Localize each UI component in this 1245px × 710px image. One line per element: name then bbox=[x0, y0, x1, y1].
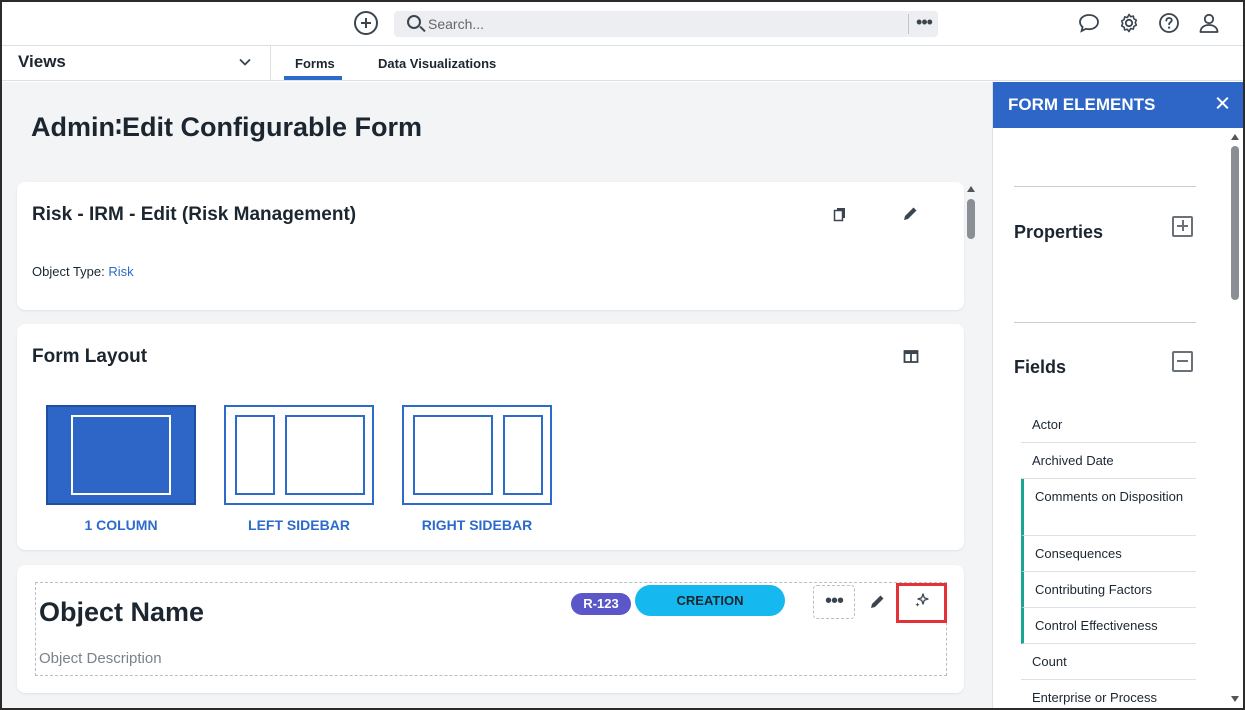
layout-option-label: 1 COLUMN bbox=[84, 517, 158, 533]
views-bar: Views Forms Data Visualizations bbox=[2, 46, 1243, 81]
close-icon[interactable] bbox=[1213, 93, 1233, 113]
help-icon[interactable] bbox=[1157, 11, 1181, 35]
search-divider bbox=[908, 14, 909, 34]
object-type-link[interactable]: Risk bbox=[108, 264, 133, 279]
field-item[interactable]: Consequences bbox=[1021, 536, 1196, 572]
sparkle-icon bbox=[913, 592, 931, 615]
search-more-button[interactable]: ••• bbox=[912, 12, 936, 34]
field-item[interactable]: Comments on Disposition bbox=[1021, 479, 1196, 536]
layout-sidebar bbox=[503, 415, 543, 495]
more-options-button[interactable]: ••• bbox=[813, 585, 855, 619]
copy-icon[interactable] bbox=[832, 206, 848, 227]
properties-heading: Properties bbox=[1014, 222, 1104, 242]
layout-option-left-sidebar[interactable]: LEFT SIDEBAR bbox=[224, 405, 374, 533]
field-item[interactable]: Actor bbox=[1021, 413, 1196, 443]
scroll-up-arrow[interactable] bbox=[1231, 134, 1239, 140]
form-elements-panel: FORM ELEMENTS Properties Fields Actor Ar… bbox=[992, 82, 1243, 708]
status-badge: CREATION bbox=[635, 585, 785, 616]
field-item[interactable]: Control Effectiveness bbox=[1021, 608, 1196, 644]
layout-preview bbox=[46, 405, 196, 505]
scroll-down-arrow[interactable] bbox=[1231, 696, 1239, 702]
layout-preview bbox=[224, 405, 374, 505]
top-bar: ••• bbox=[2, 2, 1243, 46]
active-tab-indicator bbox=[284, 76, 342, 80]
user-icon[interactable] bbox=[1197, 11, 1221, 35]
edit-pencil-icon[interactable] bbox=[869, 593, 886, 615]
layout-option-right-sidebar[interactable]: RIGHT SIDEBAR bbox=[402, 405, 552, 533]
object-name: Object Name bbox=[39, 597, 205, 627]
field-item[interactable]: Enterprise or Process bbox=[1021, 680, 1196, 708]
page-title: Admin∶Edit Configurable Form bbox=[31, 112, 423, 142]
divider bbox=[1014, 322, 1196, 323]
app-window: ••• Views Forms Data Visualizations bbox=[0, 0, 1245, 710]
object-type: Object Type: Risk bbox=[32, 264, 134, 279]
panel-title: FORM ELEMENTS bbox=[1008, 95, 1156, 114]
layout-option-1-column[interactable]: 1 COLUMN bbox=[46, 405, 196, 533]
tab-data-visualizations[interactable]: Data Visualizations bbox=[378, 56, 496, 71]
scrollbar-thumb[interactable] bbox=[1231, 146, 1239, 300]
edit-pencil-icon[interactable] bbox=[902, 205, 919, 227]
divider bbox=[270, 46, 271, 81]
layout-column bbox=[285, 415, 365, 495]
add-circle-icon[interactable] bbox=[354, 11, 378, 35]
sparkle-button[interactable] bbox=[896, 583, 947, 623]
scrollbar-thumb[interactable] bbox=[967, 199, 975, 239]
tab-forms[interactable]: Forms bbox=[295, 56, 335, 71]
form-layout-card: Form Layout 1 COLUMN LEFT SIDEBAR RIGHT … bbox=[17, 324, 964, 550]
layout-preview bbox=[402, 405, 552, 505]
form-name: Risk - IRM - Edit (Risk Management) bbox=[32, 204, 357, 225]
panel-header: FORM ELEMENTS bbox=[993, 82, 1243, 128]
search-bar[interactable]: ••• bbox=[394, 11, 938, 37]
expand-plus-icon[interactable] bbox=[1172, 216, 1193, 237]
collapse-minus-icon[interactable] bbox=[1172, 351, 1193, 372]
layout-columns-icon[interactable] bbox=[903, 349, 919, 370]
main-content: Admin∶Edit Configurable Form Risk - IRM … bbox=[2, 82, 992, 708]
layout-sidebar bbox=[235, 415, 275, 495]
layout-column bbox=[71, 415, 171, 495]
layout-option-label: LEFT SIDEBAR bbox=[248, 517, 350, 533]
form-info-card: Risk - IRM - Edit (Risk Management) Obje… bbox=[17, 182, 964, 310]
object-description: Object Description bbox=[39, 650, 162, 667]
layout-column bbox=[413, 415, 493, 495]
chevron-down-icon[interactable] bbox=[237, 54, 253, 75]
form-layout-title: Form Layout bbox=[32, 346, 148, 367]
object-header-card: Object Name Object Description R-123 CRE… bbox=[17, 565, 964, 693]
top-icon-group bbox=[1077, 11, 1221, 35]
field-item[interactable]: Archived Date bbox=[1021, 449, 1196, 479]
views-dropdown-label[interactable]: Views bbox=[18, 52, 66, 72]
chat-icon[interactable] bbox=[1077, 11, 1101, 35]
scroll-up-arrow[interactable] bbox=[967, 186, 975, 192]
divider bbox=[1014, 186, 1196, 187]
search-input[interactable] bbox=[428, 14, 888, 34]
gear-icon[interactable] bbox=[1117, 11, 1141, 35]
field-item[interactable]: Contributing Factors bbox=[1021, 572, 1196, 608]
fields-heading: Fields bbox=[1014, 357, 1067, 377]
field-item[interactable]: Count bbox=[1021, 644, 1196, 680]
layout-option-label: RIGHT SIDEBAR bbox=[421, 517, 533, 533]
search-icon bbox=[407, 15, 421, 29]
object-type-label: Object Type: bbox=[32, 264, 109, 279]
id-badge: R-123 bbox=[571, 593, 631, 615]
object-header-area[interactable]: Object Name Object Description R-123 CRE… bbox=[35, 582, 947, 676]
